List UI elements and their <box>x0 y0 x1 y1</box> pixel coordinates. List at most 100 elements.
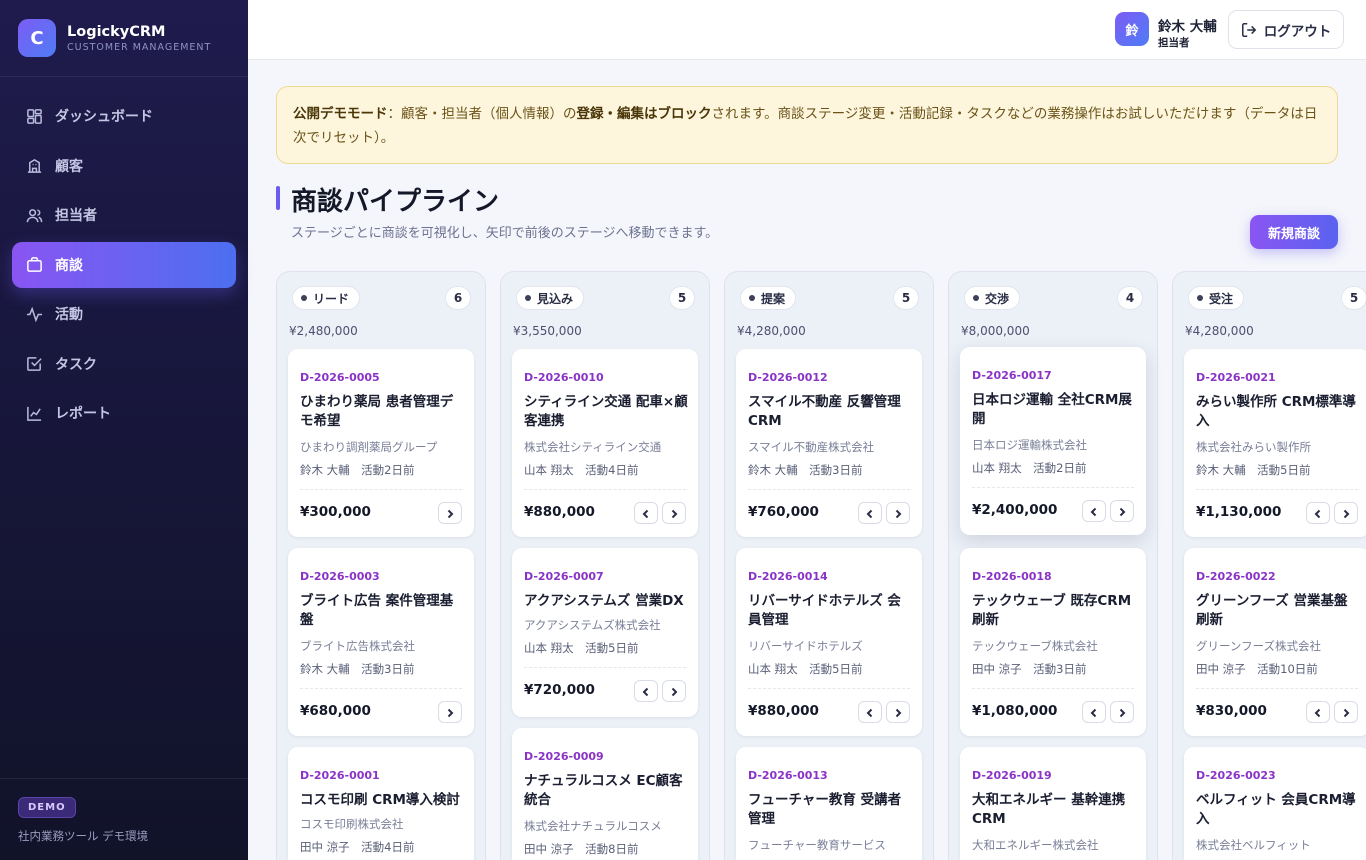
new-deal-button[interactable]: 新規商談 <box>1250 215 1338 249</box>
sidebar-item-label: タスク <box>55 356 97 373</box>
deal-card[interactable]: D-2026-0018 テックウェーブ 既存CRM刷新 テックウェーブ株式会社 田中 … <box>960 548 1146 736</box>
checkbox-icon <box>27 357 42 371</box>
chevron-left-icon <box>1313 504 1323 523</box>
card-divider <box>524 667 686 668</box>
stage-label: 見込み <box>516 286 585 310</box>
deal-title: ナチュラルコスメ EC顧客統合 <box>524 773 683 808</box>
move-next-stage-button[interactable] <box>886 502 910 524</box>
deal-card[interactable]: D-2026-0014 リバーサイドホテルズ 会員管理 リバーサイドホテルズ 山本 翔… <box>736 548 922 736</box>
move-prev-stage-button[interactable] <box>634 680 658 702</box>
sidebar-nav: ダッシュボード 顧客 担当者 商談 活動 タスク レポート <box>0 77 248 456</box>
card-divider <box>300 489 462 490</box>
deal-company: 大和エネルギー株式会社 <box>972 838 1099 852</box>
sidebar-item-customers[interactable]: 顧客 <box>12 143 236 189</box>
deal-card[interactable]: D-2026-0012 スマイル不動産 反響管理CRM スマイル不動産株式会社 鈴木 … <box>736 349 922 537</box>
deal-title: フューチャー教育 受講者管理 <box>748 792 902 827</box>
move-prev-stage-button[interactable] <box>634 502 658 524</box>
move-next-stage-button[interactable] <box>662 680 686 702</box>
sidebar-item-label: 活動 <box>55 307 83 323</box>
deal-card[interactable]: D-2026-0001 コスモ印刷 CRM導入検討 コスモ印刷株式会社 田中 涼子 活… <box>288 747 474 860</box>
move-prev-stage-button[interactable] <box>1306 701 1330 723</box>
move-next-stage-button[interactable] <box>438 701 462 723</box>
deal-company: ブライト広告株式会社 <box>300 639 415 653</box>
stage-label: 提案 <box>740 286 797 310</box>
deal-card[interactable]: D-2026-0019 大和エネルギー 基幹連携CRM 大和エネルギー株式会社 <box>960 747 1146 860</box>
brand-subtitle: CUSTOMER MANAGEMENT <box>67 41 212 53</box>
card-divider <box>972 688 1134 689</box>
deal-title: 日本ロジ運輸 全社CRM展開 <box>972 392 1132 427</box>
activity-icon <box>26 306 43 322</box>
user-role: 担当者 <box>1158 37 1190 49</box>
chevron-right-icon <box>1341 703 1351 722</box>
deal-card[interactable]: D-2026-0010 シティライン交通 配車×顧客連携 株式会社シティライン交通山… <box>512 349 698 537</box>
chevron-left-icon <box>1089 703 1099 722</box>
deal-owner-activity: 田中 涼子 活動10日前 <box>1196 662 1318 676</box>
deal-company: リバーサイドホテルズ <box>748 639 863 653</box>
chevron-right-icon <box>669 504 679 523</box>
move-prev-stage-button[interactable] <box>858 701 882 723</box>
building-icon <box>27 158 42 173</box>
deal-owner-activity: 鈴木 大輔 活動3日前 <box>748 463 863 477</box>
move-prev-stage-button[interactable] <box>858 502 882 524</box>
move-prev-stage-button[interactable] <box>1082 701 1106 723</box>
deal-card[interactable]: D-2026-0013 フューチャー教育 受講者管理 フューチャー教育サービス <box>736 747 922 860</box>
card-divider <box>972 487 1134 488</box>
deal-company: コスモ印刷株式会社 <box>300 817 404 831</box>
sidebar-item-dashboard[interactable]: ダッシュボード <box>12 93 236 139</box>
logout-button[interactable]: ログアウト <box>1228 10 1344 49</box>
deal-card[interactable]: D-2026-0023 ベルフィット 会員CRM導入 株式会社ベルフィット <box>1184 747 1366 860</box>
stage-count: 5 <box>893 286 919 310</box>
sidebar-item-deals[interactable]: 商談 <box>12 241 236 288</box>
deal-company: 株式会社みらい製作所 <box>1196 440 1311 454</box>
sidebar-item-label: レポート <box>55 406 111 422</box>
sidebar-item-tasks[interactable]: タスク <box>12 341 236 387</box>
stage-total: ¥2,480,000 <box>289 324 358 338</box>
chevron-right-icon <box>669 682 679 701</box>
deal-id: D-2026-0012 <box>748 371 828 384</box>
deal-card[interactable]: D-2026-0007 アクアシステムズ 営業DX アクアシステムズ株式会社 山本 翔… <box>512 548 698 717</box>
move-next-stage-button[interactable] <box>1110 500 1134 522</box>
deal-company: テックウェーブ株式会社 <box>972 639 1098 653</box>
stage-column-negotiation: 交渉 4 ¥8,000,000 D-2026-0017 日本ロジ運輸 全社CRM展開 日本… <box>948 271 1158 860</box>
sidebar-item-label: 顧客 <box>55 158 83 175</box>
move-next-stage-button[interactable] <box>1110 701 1134 723</box>
avatar[interactable]: 鈴 <box>1115 12 1149 46</box>
sidebar-item-contacts[interactable]: 担当者 <box>12 192 236 238</box>
stage-name: 交渉 <box>985 291 1010 306</box>
move-prev-stage-button[interactable] <box>1082 500 1106 522</box>
deal-owner-activity: 山本 翔太 活動5日前 <box>524 641 639 655</box>
deal-id: D-2026-0013 <box>748 769 828 782</box>
stage-name: 受注 <box>1209 291 1234 306</box>
chevron-right-icon <box>893 703 903 722</box>
deal-owner-activity: 田中 涼子 活動3日前 <box>972 662 1087 676</box>
stage-total: ¥8,000,000 <box>961 324 1030 338</box>
stage-count: 4 <box>1117 286 1143 310</box>
briefcase-icon <box>27 257 42 272</box>
deal-card[interactable]: D-2026-0003 ブライト広告 案件管理基盤 ブライト広告株式会社 鈴木 大輔 … <box>288 548 474 736</box>
sidebar: C LogickyCRM CUSTOMER MANAGEMENT ダッシュボード… <box>0 0 248 860</box>
move-prev-stage-button[interactable] <box>1306 502 1330 524</box>
move-next-stage-button[interactable] <box>1334 502 1358 524</box>
move-next-stage-button[interactable] <box>886 701 910 723</box>
deal-title: ベルフィット 会員CRM導入 <box>1196 792 1356 827</box>
deal-card[interactable]: D-2026-0005 ひまわり薬局 患者管理デモ希望 ひまわり調剤薬局グループ 鈴木… <box>288 349 474 537</box>
deal-company: グリーンフーズ株式会社 <box>1196 639 1322 653</box>
move-next-stage-button[interactable] <box>1334 701 1358 723</box>
deal-title: コスモ印刷 CRM導入検討 <box>300 792 460 808</box>
deal-title: ひまわり薬局 患者管理デモ希望 <box>300 394 454 429</box>
stage-name: リード <box>313 291 350 306</box>
deal-card[interactable]: D-2026-0022 グリーンフーズ 営業基盤刷新 グリーンフーズ株式会社 田中 涼… <box>1184 548 1366 736</box>
sidebar-item-activities[interactable]: 活動 <box>12 291 236 337</box>
deal-card[interactable]: D-2026-0021 みらい製作所 CRM標準導入 株式会社みらい製作所 鈴木 大輔… <box>1184 349 1366 537</box>
stage-count: 6 <box>445 286 471 310</box>
move-next-stage-button[interactable] <box>662 502 686 524</box>
deal-card[interactable]: D-2026-0009 ナチュラルコスメ EC顧客統合 株式会社ナチュラルコスメ 田中… <box>512 728 698 860</box>
move-next-stage-button[interactable] <box>438 502 462 524</box>
deal-card[interactable]: D-2026-0017 日本ロジ運輸 全社CRM展開 日本ロジ運輸株式会社 山本 翔太… <box>960 347 1146 535</box>
sidebar-item-label: 担当者 <box>55 208 97 224</box>
sidebar-item-reports[interactable]: レポート <box>12 390 236 436</box>
logout-label: ログアウト <box>1263 23 1332 40</box>
deal-id: D-2026-0003 <box>300 570 380 583</box>
deal-title: ブライト広告 案件管理基盤 <box>300 593 454 628</box>
brand[interactable]: C LogickyCRM CUSTOMER MANAGEMENT <box>0 0 248 77</box>
